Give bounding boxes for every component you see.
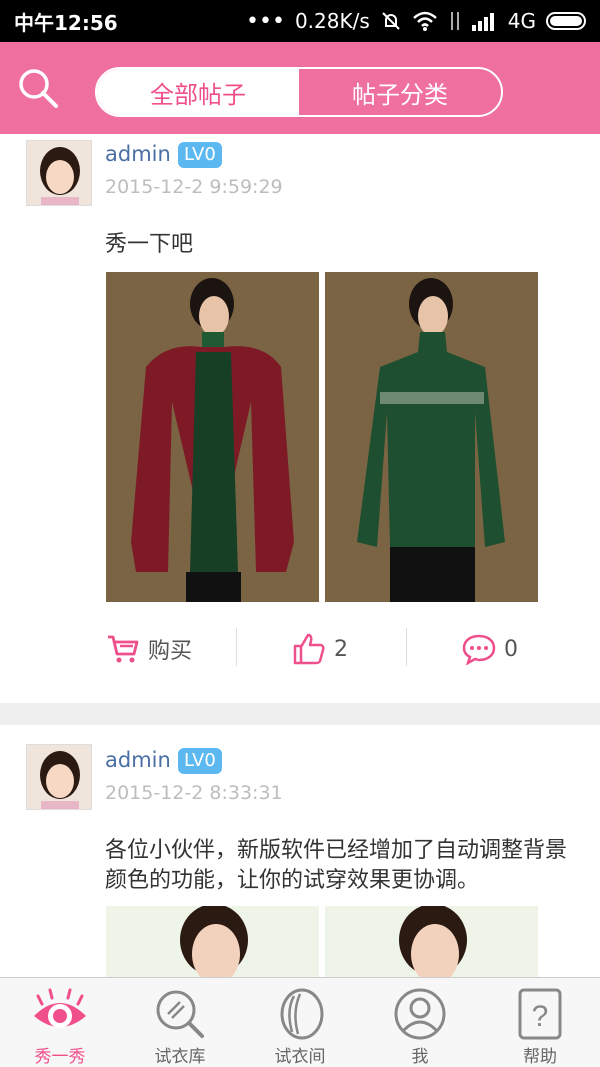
status-time: 中午12:56 [14,10,118,35]
post-feed[interactable]: admin LV0 2015-12-2 9:59:29 秀一下吧 购买 2 0 … [0,134,600,977]
username[interactable]: admin [105,748,171,772]
comment-button[interactable]: 0 [462,624,518,674]
mute-icon [382,12,400,30]
level-badge: LV0 [178,748,222,774]
data-arrows-icon [450,12,459,30]
bottom-tab-bar: 秀一秀 试衣库 试衣间 我 ? 帮助 [0,977,600,1067]
tab-show[interactable]: 秀一秀 [0,978,120,1067]
post-divider [0,703,600,725]
comment-icon [462,634,496,665]
svg-text:?: ? [532,1000,549,1033]
action-divider [236,628,237,666]
buy-label: 购买 [148,639,193,664]
post-text: 各位小伙伴，新版软件已经增加了自动调整背景颜色的功能，让你的试穿效果更协调。 [105,838,568,893]
wifi-icon [412,11,437,31]
post-time: 2015-12-2 8:33:31 [105,782,283,804]
mirror-icon [280,988,324,1040]
tab-help[interactable]: ? 帮助 [480,978,600,1067]
comment-count: 0 [504,636,518,662]
post-photo[interactable] [106,906,319,977]
network-speed: 0.28K/s [294,9,370,33]
top-header: 全部帖子 帖子分类 [0,42,600,134]
avatar[interactable] [26,140,92,206]
tab-fitting-library-label: 试衣库 [154,1047,206,1067]
magnifier-icon [156,990,204,1038]
battery-icon [546,12,586,30]
tab-help-label: 帮助 [523,1047,557,1067]
status-bar: 中午12:56 ••• 0.28K/s 4G [0,0,600,42]
user-icon [394,988,446,1040]
post-tabs: 全部帖子 帖子分类 [95,67,503,117]
action-divider [406,628,407,666]
tab-fitting-room[interactable]: 试衣间 [240,978,360,1067]
username[interactable]: admin [105,142,171,166]
tab-show-label: 秀一秀 [34,1047,86,1067]
post-actions: 购买 2 0 [0,624,600,674]
more-dots-icon: ••• [246,8,285,34]
tab-me[interactable]: 我 [360,978,480,1067]
post-photo[interactable] [325,272,538,602]
like-count: 2 [334,636,348,662]
tab-post-categories[interactable]: 帖子分类 [299,69,501,115]
post-photo[interactable] [106,272,319,602]
post-time: 2015-12-2 9:59:29 [105,176,283,198]
tab-me-label: 我 [411,1047,429,1067]
like-button[interactable]: 2 [292,624,348,674]
network-type: 4G [507,9,536,33]
help-icon: ? [518,988,562,1040]
avatar[interactable] [26,744,92,810]
level-badge: LV0 [178,142,222,168]
tab-fitting-room-label: 试衣间 [274,1047,326,1067]
tab-all-posts[interactable]: 全部帖子 [97,69,299,115]
cart-icon [108,635,139,663]
thumbs-up-icon [293,633,325,665]
post-photo[interactable] [325,906,538,977]
tab-fitting-library[interactable]: 试衣库 [120,978,240,1067]
buy-button[interactable]: 购买 [106,624,192,674]
search-icon[interactable] [16,66,60,110]
eye-icon [34,988,86,1028]
post-text: 秀一下吧 [105,232,194,257]
signal-icon [471,13,494,31]
